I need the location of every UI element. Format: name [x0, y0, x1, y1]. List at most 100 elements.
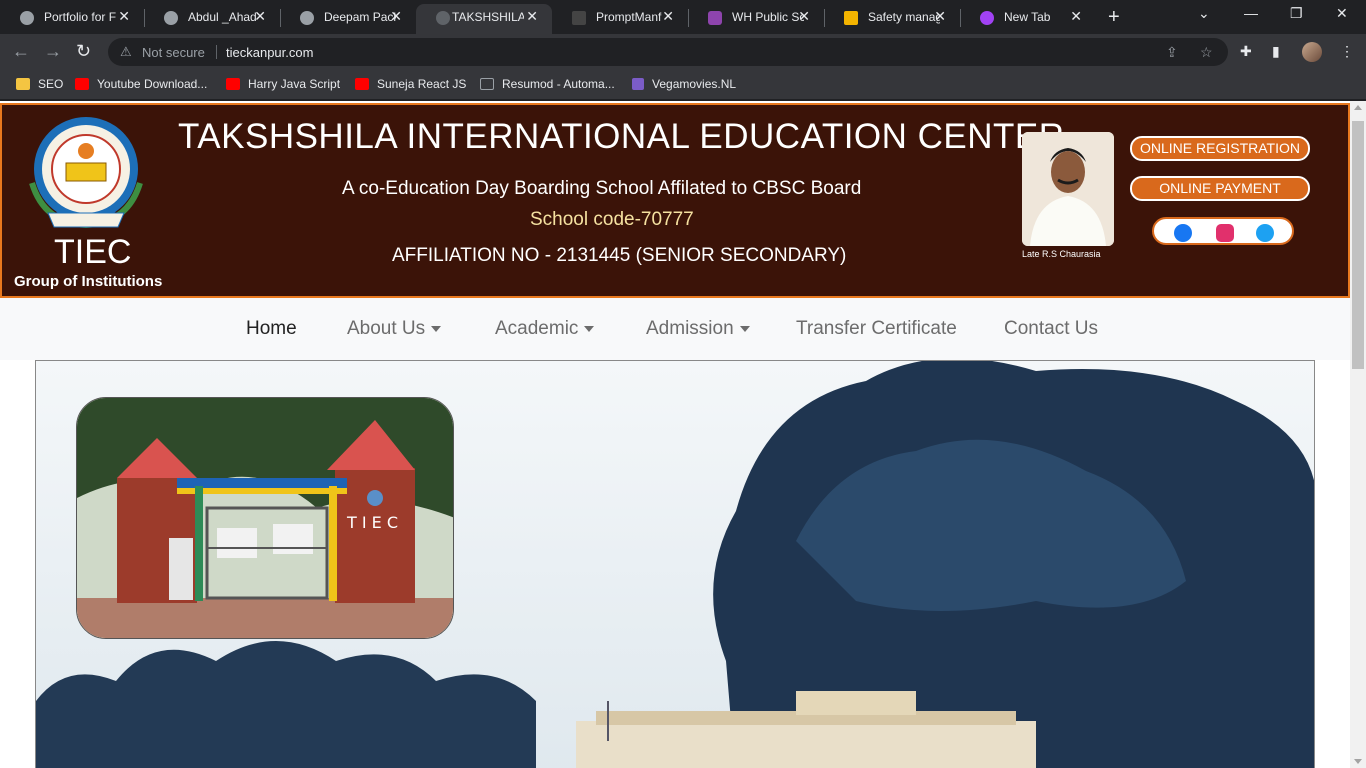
graduation-cap-icon [708, 11, 722, 25]
social-links [1152, 217, 1294, 245]
close-icon[interactable]: ✕ [526, 8, 538, 25]
nav-home[interactable]: Home [246, 318, 297, 340]
scroll-up-icon[interactable] [1354, 105, 1362, 110]
close-icon[interactable]: ✕ [118, 8, 130, 25]
main-nav: Home About Us Academic Admission Transfe… [0, 298, 1350, 360]
tab-title: TAKSHSHILA I [452, 10, 524, 24]
site-header: TIEC Group of Institutions TAKSHSHILA IN… [0, 103, 1350, 298]
tab-promptmanf[interactable]: PromptManf ✕ [552, 4, 688, 32]
page-scrollbar[interactable] [1350, 101, 1366, 768]
close-icon[interactable]: ✕ [254, 8, 266, 25]
nav-admission[interactable]: Admission [646, 318, 750, 340]
nav-label: About Us [347, 318, 426, 339]
side-panel-icon[interactable]: ▮ [1272, 43, 1280, 60]
bookmark-label: Suneja React JS [377, 77, 467, 91]
menu-kebab-icon[interactable]: ⋮ [1340, 43, 1354, 60]
tab-new-tab[interactable]: New Tab ✕ [960, 4, 1096, 32]
bookmark-label: Harry Java Script [248, 77, 341, 91]
security-label[interactable]: Not secure [142, 45, 205, 60]
bookmark-label: Youtube Download... [97, 77, 208, 91]
resumod-icon [480, 78, 494, 90]
nav-about-us[interactable]: About Us [347, 318, 442, 340]
portrait-image [1022, 132, 1114, 246]
youtube-icon [355, 78, 369, 90]
bookmark-suneja-react[interactable]: Suneja React JS [355, 77, 466, 91]
url-separator [216, 45, 217, 59]
tab-portfolio[interactable]: Portfolio for F ✕ [0, 4, 144, 32]
close-icon[interactable]: ✕ [662, 8, 674, 25]
page-viewport: TIEC Group of Institutions TAKSHSHILA IN… [0, 101, 1350, 768]
minimize-icon[interactable]: — [1244, 5, 1258, 21]
subtitle: A co-Education Day Boarding School Affil… [342, 178, 862, 199]
close-icon[interactable]: ✕ [390, 8, 402, 25]
scroll-thumb[interactable] [1352, 121, 1364, 369]
extensions-icon[interactable]: ✚ [1240, 43, 1252, 60]
reload-icon[interactable]: ↻ [76, 41, 91, 62]
promptmanf-icon [572, 11, 586, 25]
close-icon[interactable]: ✕ [798, 8, 810, 25]
back-icon[interactable]: ← [12, 41, 30, 62]
hero-banner: T I E C [35, 360, 1315, 768]
tab-deepam-pack[interactable]: Deepam Pack ✕ [280, 4, 416, 32]
instagram-icon[interactable] [1216, 224, 1234, 242]
tab-safety-manag[interactable]: Safety manag ✕ [824, 4, 960, 32]
scroll-down-icon[interactable] [1354, 759, 1362, 764]
tab-title: Deepam Pack [324, 10, 396, 24]
caret-down-icon [739, 325, 750, 332]
tab-abdul-ahad[interactable]: Abdul _Ahad ✕ [144, 4, 280, 32]
tab-takshshila[interactable]: TAKSHSHILA I ✕ [416, 4, 552, 34]
bookmark-harry-js[interactable]: Harry Java Script [226, 77, 340, 91]
bookmark-seo[interactable]: SEO [16, 77, 63, 91]
bookmark-resumod[interactable]: Resumod - Automa... [480, 77, 615, 91]
bookmark-label: SEO [38, 77, 64, 91]
share-icon[interactable]: ⇪ [1166, 44, 1178, 61]
bookmark-label: Vegamovies.NL [652, 77, 737, 91]
nav-academic[interactable]: Academic [495, 318, 595, 340]
tab-title: PromptManf [596, 10, 662, 24]
founder-portrait [1022, 132, 1114, 246]
window-close-icon[interactable]: ✕ [1336, 5, 1348, 22]
nav-transfer-certificate[interactable]: Transfer Certificate [796, 318, 957, 340]
tab-title: Abdul _Ahad [188, 10, 257, 24]
youtube-icon [226, 78, 240, 90]
close-icon[interactable]: ✕ [934, 8, 946, 25]
nav-label: Transfer Certificate [796, 318, 957, 339]
school-code: School code-70777 [530, 209, 694, 230]
page-title: TAKSHSHILA INTERNATIONAL EDUCATION CENTE… [178, 117, 1065, 156]
school-logo[interactable] [24, 113, 148, 237]
tab-wh-public[interactable]: WH Public Sc ✕ [688, 4, 824, 32]
caret-down-icon [584, 325, 595, 332]
twitter-icon[interactable] [1256, 224, 1274, 242]
bookmark-vegamovies[interactable]: Vegamovies.NL [632, 77, 736, 91]
nav-contact-us[interactable]: Contact Us [1004, 318, 1098, 340]
folder-icon [16, 78, 30, 90]
globe-icon [20, 11, 34, 25]
tab-title: New Tab [1004, 10, 1051, 24]
bookmark-star-icon[interactable]: ☆ [1200, 44, 1213, 61]
online-registration-button[interactable]: ONLINE REGISTRATION [1130, 136, 1310, 161]
new-tab-icon [980, 11, 994, 25]
close-icon[interactable]: ✕ [1070, 8, 1082, 25]
url-text[interactable]: tieckanpur.com [226, 45, 313, 60]
bookmarks-bar: SEO Youtube Download... Harry Java Scrip… [0, 70, 1366, 100]
portrait-caption: Late R.S Chaurasia [1022, 249, 1101, 259]
bookmark-youtube-download[interactable]: Youtube Download... [75, 77, 207, 91]
nav-label: Admission [646, 318, 734, 339]
online-payment-button[interactable]: ONLINE PAYMENT [1130, 176, 1310, 201]
tab-title: WH Public Sc [732, 10, 804, 24]
tab-search-chevron-icon[interactable]: ⌄ [1198, 5, 1210, 22]
tab-strip: Portfolio for F ✕ Abdul _Ahad ✕ Deepam P… [0, 0, 1366, 34]
tab-title: Safety manag [868, 10, 940, 24]
site-icon [436, 11, 450, 25]
forward-icon[interactable]: → [44, 41, 62, 62]
new-tab-plus-icon[interactable]: + [1108, 6, 1120, 29]
browser-toolbar: ← → ↻ ⚠ Not secure tieckanpur.com ⇪ ☆ ✚ … [0, 34, 1366, 70]
bookmark-label: Resumod - Automa... [502, 77, 615, 91]
gate-photo: T I E C [77, 398, 453, 638]
tab-title: Portfolio for F [44, 10, 117, 24]
address-bar[interactable]: ⚠ Not secure tieckanpur.com ⇪ ☆ [108, 38, 1228, 66]
restore-icon[interactable]: ❐ [1290, 5, 1303, 22]
warning-icon[interactable]: ⚠ [120, 44, 132, 60]
facebook-icon[interactable] [1174, 224, 1192, 242]
avatar[interactable] [1302, 42, 1322, 62]
